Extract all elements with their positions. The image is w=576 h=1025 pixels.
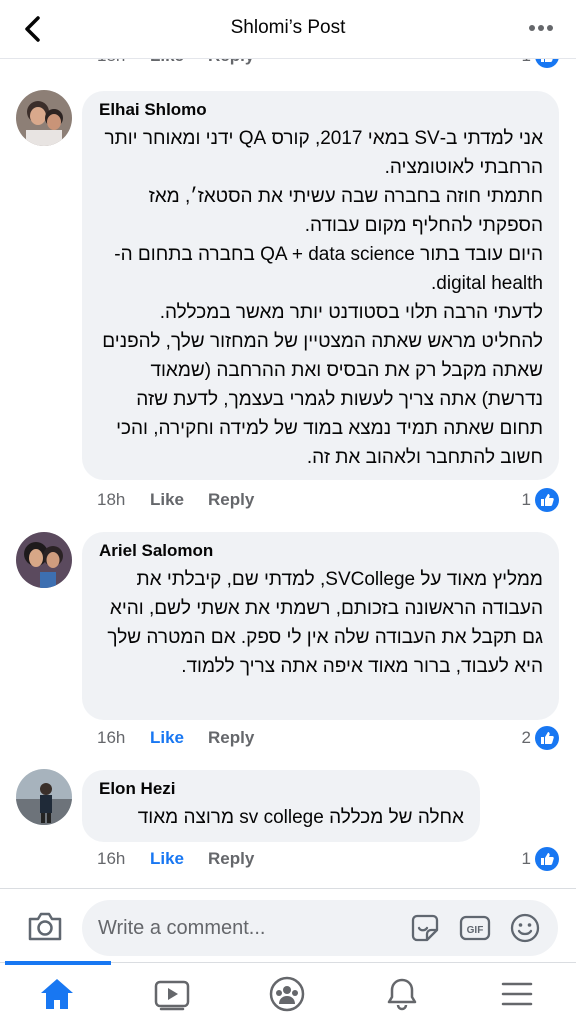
reaction-count: 1: [521, 849, 531, 868]
nav-menu[interactable]: [460, 963, 575, 1025]
groups-icon: [269, 976, 305, 1012]
avatar[interactable]: [16, 90, 72, 146]
video-play-icon: [154, 980, 190, 1011]
comment-text: אני למדתי ב-SV במאי 2017, קורס QA ידני ו…: [102, 128, 543, 468]
comment-actions: 18h Like Reply 1: [97, 488, 559, 512]
avatar[interactable]: [16, 532, 72, 588]
nav-groups[interactable]: [230, 963, 345, 1025]
user-photo-icon: [16, 769, 72, 825]
comment-time: 16h: [97, 728, 126, 747]
user-photo-icon: [16, 90, 72, 146]
emoji-icon[interactable]: [508, 911, 542, 945]
avatar[interactable]: [16, 769, 72, 825]
page-title: Shlomi’s Post: [230, 17, 346, 38]
comment-actions: 16h Like Reply 1: [97, 847, 559, 871]
comment-author[interactable]: Elhai Shlomo: [99, 100, 543, 120]
comment-author[interactable]: Ariel Salomon: [99, 541, 543, 561]
reaction-count: 1: [521, 490, 531, 509]
comment-bubble: Ariel Salomon ממליץ מאוד על SVCollege, ל…: [82, 532, 559, 720]
like-button[interactable]: Like: [150, 490, 184, 510]
bell-icon: [387, 978, 417, 1011]
like-button[interactable]: Like: [150, 849, 184, 869]
comment-time: 18h: [97, 490, 126, 509]
reply-button[interactable]: Reply: [208, 849, 254, 869]
gif-icon[interactable]: GIF: [458, 911, 492, 945]
sticker-icon[interactable]: [408, 911, 442, 945]
hamburger-menu-icon: [501, 982, 533, 1006]
nav-home[interactable]: [0, 961, 115, 1025]
comment-actions: 16h Like Reply 2: [97, 726, 559, 750]
comment-text: ממליץ מאוד על SVCollege, למדתי שם, קיבלת…: [107, 569, 543, 677]
comment-text: אחלה של מכללה sv college מרוצה מאוד: [137, 807, 464, 828]
comment-author[interactable]: Elon Hezi: [99, 779, 464, 799]
comment-bubble: Elhai Shlomo אני למדתי ב-SV במאי 2017, ק…: [82, 91, 559, 480]
like-reaction-icon[interactable]: [535, 847, 559, 871]
like-button[interactable]: Like: [150, 728, 184, 748]
nav-notifications[interactable]: [345, 963, 460, 1025]
reaction-count: 2: [521, 728, 531, 747]
home-icon: [41, 979, 73, 1009]
comment-composer: Write a comment... GIF: [0, 888, 576, 965]
svg-text:GIF: GIF: [467, 925, 484, 936]
like-reaction-icon[interactable]: [535, 726, 559, 750]
nav-watch[interactable]: [115, 963, 230, 1025]
like-reaction-icon[interactable]: [535, 488, 559, 512]
user-photo-icon: [16, 532, 72, 588]
active-tab-indicator: [5, 961, 111, 965]
more-options-icon[interactable]: [528, 18, 554, 38]
comment-input[interactable]: Write a comment... GIF: [82, 900, 558, 956]
post-header: Shlomi’s Post: [0, 0, 576, 59]
comment-bubble: Elon Hezi אחלה של מכללה sv college מרוצה…: [82, 770, 480, 842]
camera-icon[interactable]: [26, 909, 64, 943]
reply-button[interactable]: Reply: [208, 728, 254, 748]
comment-input-placeholder: Write a comment...: [98, 917, 266, 939]
reply-button[interactable]: Reply: [208, 490, 254, 510]
bottom-navigation: [0, 961, 576, 1025]
comment-time: 16h: [97, 849, 126, 868]
